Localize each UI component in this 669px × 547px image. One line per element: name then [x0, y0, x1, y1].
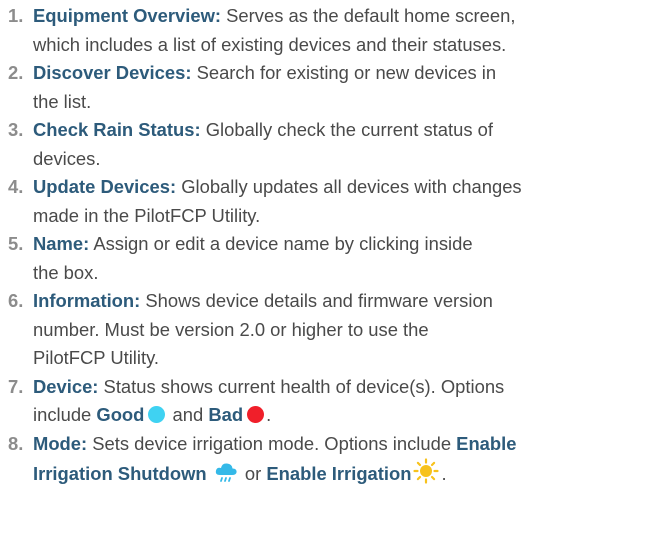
- item-text: Globally updates all devices with change…: [176, 176, 522, 197]
- item-number: 8.: [8, 432, 24, 454]
- item-text: Search for existing or new devices in: [191, 62, 497, 83]
- item-number: 7.: [8, 375, 24, 397]
- item-text: number. Must be version 2.0 or higher to…: [33, 318, 429, 340]
- item-text: and: [167, 404, 209, 425]
- item-text: Serves as the default home screen,: [221, 5, 516, 26]
- item-title: Mode:: [33, 432, 88, 454]
- item-title: Device:: [33, 375, 99, 397]
- enable-shutdown-label-part2: Irrigation Shutdown: [33, 463, 207, 484]
- item-text: the list.: [33, 90, 92, 112]
- item-title: Discover Devices:: [33, 62, 192, 83]
- item-text: made in the PilotFCP Utility.: [33, 204, 261, 226]
- item-text: Globally check the current status of: [200, 119, 493, 140]
- good-label: Good: [96, 404, 145, 425]
- numbered-feature-list: 1. Equipment Overview: Serves as the def…: [0, 0, 669, 493]
- item-number: 5.: [8, 233, 24, 254]
- sun-icon: [413, 458, 440, 493]
- item-title: Check Rain Status:: [33, 119, 201, 140]
- enable-shutdown-label-part1: Enable: [456, 432, 517, 454]
- item-text: devices.: [33, 147, 101, 169]
- item-number: 2.: [8, 62, 24, 83]
- item-number: 6.: [8, 290, 24, 311]
- list-item: 4. Update Devices: Globally updates all …: [0, 173, 669, 230]
- list-item: 3. Check Rain Status: Globally check the…: [0, 116, 669, 173]
- item-text: or: [239, 463, 267, 484]
- item-number: 3.: [8, 119, 24, 140]
- item-text: .: [441, 463, 447, 484]
- item-text: the box.: [33, 261, 99, 283]
- item-text: Shows device details and firmware versio…: [140, 290, 493, 311]
- cyan-dot-icon: [148, 406, 166, 423]
- item-number: 1.: [8, 5, 24, 26]
- item-number: 4.: [8, 176, 24, 197]
- item-title: Equipment Overview:: [33, 5, 222, 26]
- list-item: 2. Discover Devices: Search for existing…: [0, 59, 669, 116]
- item-title: Name:: [33, 233, 90, 254]
- list-item: 8. Mode: Sets device irrigation mode. Op…: [0, 430, 669, 493]
- bad-label: Bad: [208, 404, 244, 425]
- list-item: 7. Device: Status shows current health o…: [0, 373, 669, 430]
- rain-cloud-icon: [214, 462, 238, 493]
- item-title: Update Devices:: [33, 176, 177, 197]
- item-text: PilotFCP Utility.: [33, 347, 160, 368]
- item-title: Information:: [33, 290, 141, 311]
- item-text: which includes a list of existing device…: [33, 33, 507, 55]
- list-item: 5. Name: Assign or edit a device name by…: [0, 230, 669, 287]
- item-text: .: [266, 404, 272, 425]
- enable-irrigation-label: Enable Irrigation: [266, 463, 412, 484]
- red-dot-icon: [247, 406, 265, 423]
- item-text: include: [33, 404, 97, 425]
- item-text: Sets device irrigation mode. Options inc…: [87, 432, 457, 454]
- item-text: Status shows current health of device(s)…: [98, 375, 505, 397]
- list-item: 6. Information: Shows device details and…: [0, 287, 669, 373]
- item-text: Assign or edit a device name by clicking…: [89, 233, 473, 254]
- list-item: 1. Equipment Overview: Serves as the def…: [0, 2, 669, 59]
